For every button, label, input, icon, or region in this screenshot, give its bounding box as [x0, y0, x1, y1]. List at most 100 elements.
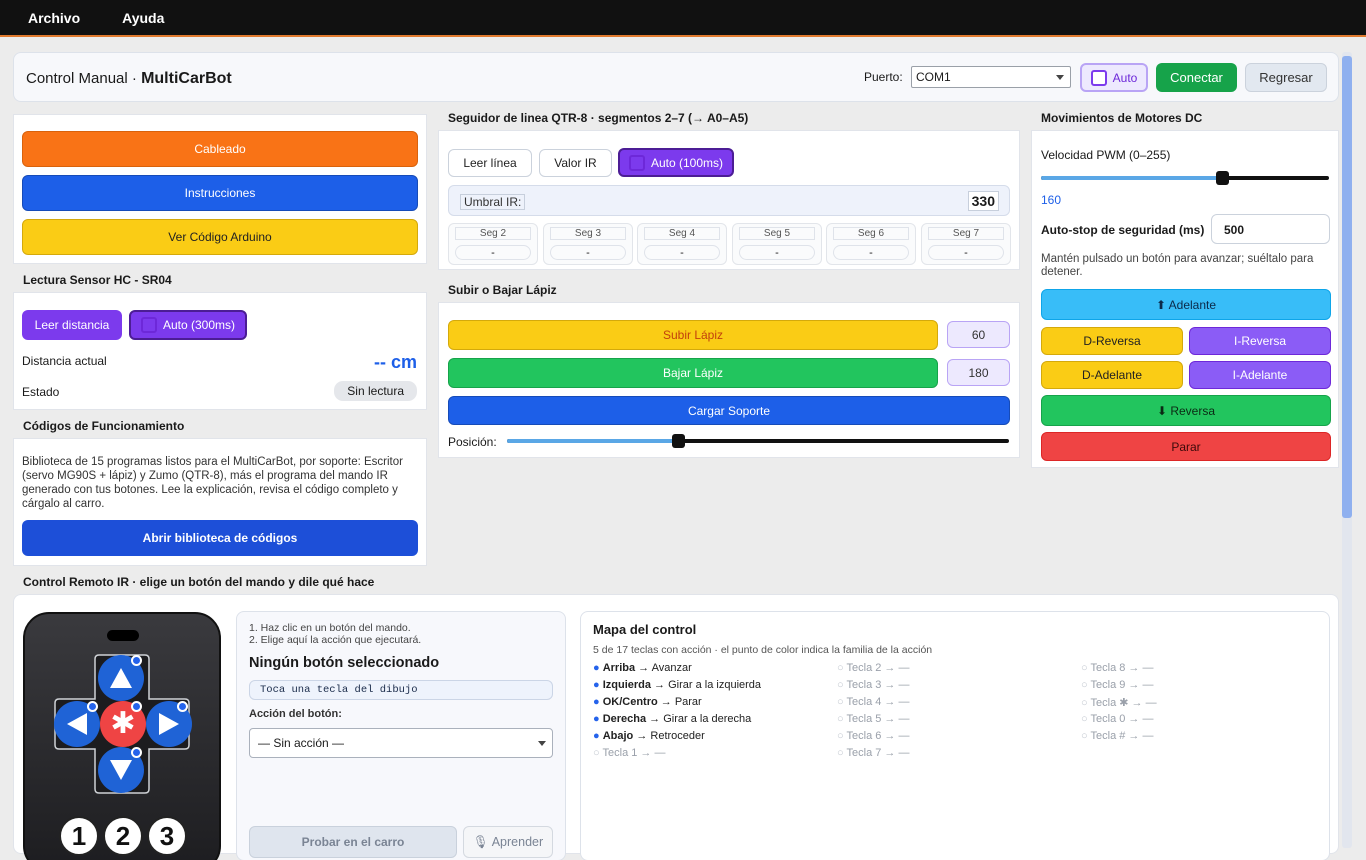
family-dot-icon: ○: [837, 747, 847, 759]
d-forward-button[interactable]: D-Adelante: [1041, 361, 1183, 389]
slider-knob[interactable]: [671, 434, 685, 448]
port-label: Puerto:: [864, 70, 903, 84]
motors-panel: Velocidad PWM (0–255) 160 Auto-stop de s…: [1031, 130, 1339, 468]
map-row: ● Abajo → Retroceder: [593, 730, 705, 742]
auto-100-toggle[interactable]: Auto (100ms): [618, 148, 734, 177]
slider-fill: [507, 439, 678, 443]
map-row: ○ Tecla # → —: [1081, 730, 1154, 742]
ir-remote-drawing: ✱ 1 2 3: [23, 612, 221, 860]
segment-value: -: [644, 245, 720, 260]
lower-pen-button[interactable]: Bajar Lápiz: [448, 358, 938, 388]
page-title-prefix: Control Manual ·: [26, 70, 137, 87]
pwm-slider[interactable]: [1041, 171, 1329, 185]
learn-label: Aprender: [491, 835, 544, 849]
autostop-input[interactable]: 500: [1211, 214, 1330, 244]
port-value: COM1: [916, 70, 951, 84]
family-dot-icon: ●: [593, 662, 603, 674]
ir-value-button[interactable]: Valor IR: [539, 149, 612, 177]
arrow-left-icon: [67, 713, 87, 735]
stop-button[interactable]: Parar: [1041, 432, 1331, 461]
reverse-button[interactable]: ⬇ Reversa: [1041, 395, 1331, 426]
pen-title: Subir o Bajar Lápiz: [448, 283, 557, 297]
raise-pen-button[interactable]: Subir Lápiz: [448, 320, 938, 350]
chevron-down-icon: [538, 741, 546, 746]
map-title: Mapa del control: [593, 622, 697, 637]
segment-value: -: [455, 245, 531, 260]
menu-archivo[interactable]: Archivo: [28, 10, 80, 26]
checkbox-icon: [140, 317, 157, 333]
menu-ayuda[interactable]: Ayuda: [122, 10, 164, 26]
map-key: Tecla 7: [846, 747, 882, 759]
threshold-label: Umbral IR:: [460, 194, 526, 210]
auto-connect-label: Auto: [1112, 70, 1138, 85]
slider-knob[interactable]: [1215, 171, 1229, 185]
learn-button[interactable]: 🎙 Aprender: [463, 826, 553, 858]
segment-6: Seg 6 -: [826, 223, 916, 265]
i-forward-button[interactable]: I-Adelante: [1189, 361, 1331, 389]
ir-key-1[interactable]: 1: [59, 816, 99, 856]
key-hint-badge: Toca una tecla del dibujo: [249, 680, 553, 700]
arrow-right-icon: [159, 713, 179, 735]
wiring-button[interactable]: Cableado: [22, 131, 418, 167]
map-action: → Girar a la derecha: [646, 713, 752, 725]
read-distance-button[interactable]: Leer distancia: [22, 310, 122, 340]
ir-key-2[interactable]: 2: [103, 816, 143, 856]
d-reverse-button[interactable]: D-Reversa: [1041, 327, 1183, 355]
assigned-dot-icon: [131, 747, 142, 758]
map-key: Tecla 3: [846, 679, 882, 691]
selected-key-title: Ningún botón seleccionado: [249, 655, 440, 671]
family-dot-icon: ○: [837, 696, 847, 708]
map-action: → Retroceder: [633, 730, 705, 742]
action-select[interactable]: — Sin acción —: [249, 728, 553, 758]
scrollbar[interactable]: [1342, 52, 1352, 848]
family-dot-icon: ○: [1081, 662, 1091, 674]
lower-pen-angle[interactable]: 180: [947, 359, 1010, 386]
ir-emitter-icon: [107, 630, 139, 641]
back-button[interactable]: Regresar: [1245, 63, 1327, 92]
instructions-button[interactable]: Instrucciones: [22, 175, 418, 211]
codes-description: Biblioteca de 15 programas listos para e…: [22, 456, 403, 510]
microphone-icon: 🎙: [472, 834, 489, 849]
map-row: ○ Tecla 1 → —: [593, 747, 666, 759]
forward-button[interactable]: ⬆ Adelante: [1041, 289, 1331, 320]
assigned-dot-icon: [87, 701, 98, 712]
hc-sr04-title: Lectura Sensor HC - SR04: [23, 273, 172, 287]
map-row: ○ Tecla 2 → —: [837, 662, 910, 674]
load-support-button[interactable]: Cargar Soporte: [448, 396, 1010, 425]
map-row: ○ Tecla 9 → —: [1081, 679, 1154, 691]
i-reverse-button[interactable]: I-Reversa: [1189, 327, 1331, 355]
scrollbar-thumb[interactable]: [1342, 56, 1352, 518]
map-action: → —: [637, 747, 666, 759]
test-on-car-button[interactable]: Probar en el carro: [249, 826, 457, 858]
family-dot-icon: ○: [837, 662, 847, 674]
connect-button[interactable]: Conectar: [1156, 63, 1237, 92]
map-key: Tecla 6: [846, 730, 882, 742]
slider-fill: [1041, 176, 1222, 180]
read-line-button[interactable]: Leer línea: [448, 149, 532, 177]
position-slider[interactable]: [507, 434, 1009, 448]
segment-value: -: [550, 245, 626, 260]
map-action: → —: [1125, 662, 1154, 674]
raise-pen-angle[interactable]: 60: [947, 321, 1010, 348]
threshold-input[interactable]: 330: [967, 191, 999, 211]
map-row: ● Izquierda → Girar a la izquierda: [593, 679, 761, 691]
auto-300-toggle[interactable]: Auto (300ms): [129, 310, 247, 340]
segment-label: Seg 5: [739, 227, 815, 240]
map-action: → Avanzar: [635, 662, 692, 674]
map-action: → —: [1125, 730, 1154, 742]
view-code-button[interactable]: Ver Código Arduino: [22, 219, 418, 255]
segment-2: Seg 2 -: [448, 223, 538, 265]
open-library-button[interactable]: Abrir biblioteca de códigos: [22, 520, 418, 556]
motors-hint: Mantén pulsado un botón para avanzar; su…: [1041, 253, 1314, 278]
auto-connect-toggle[interactable]: Auto: [1080, 63, 1148, 92]
map-action: → —: [1128, 697, 1157, 709]
family-dot-icon: ○: [1081, 730, 1091, 742]
codes-title: Códigos de Funcionamiento: [23, 419, 185, 433]
map-action: → —: [881, 713, 910, 725]
distance-value: -- cm: [373, 352, 417, 372]
family-dot-icon: ●: [593, 679, 603, 691]
distance-label: Distancia actual: [22, 354, 107, 368]
map-key: Tecla 1: [602, 747, 638, 759]
ir-key-3[interactable]: 3: [147, 816, 187, 856]
port-select[interactable]: COM1: [911, 66, 1071, 88]
